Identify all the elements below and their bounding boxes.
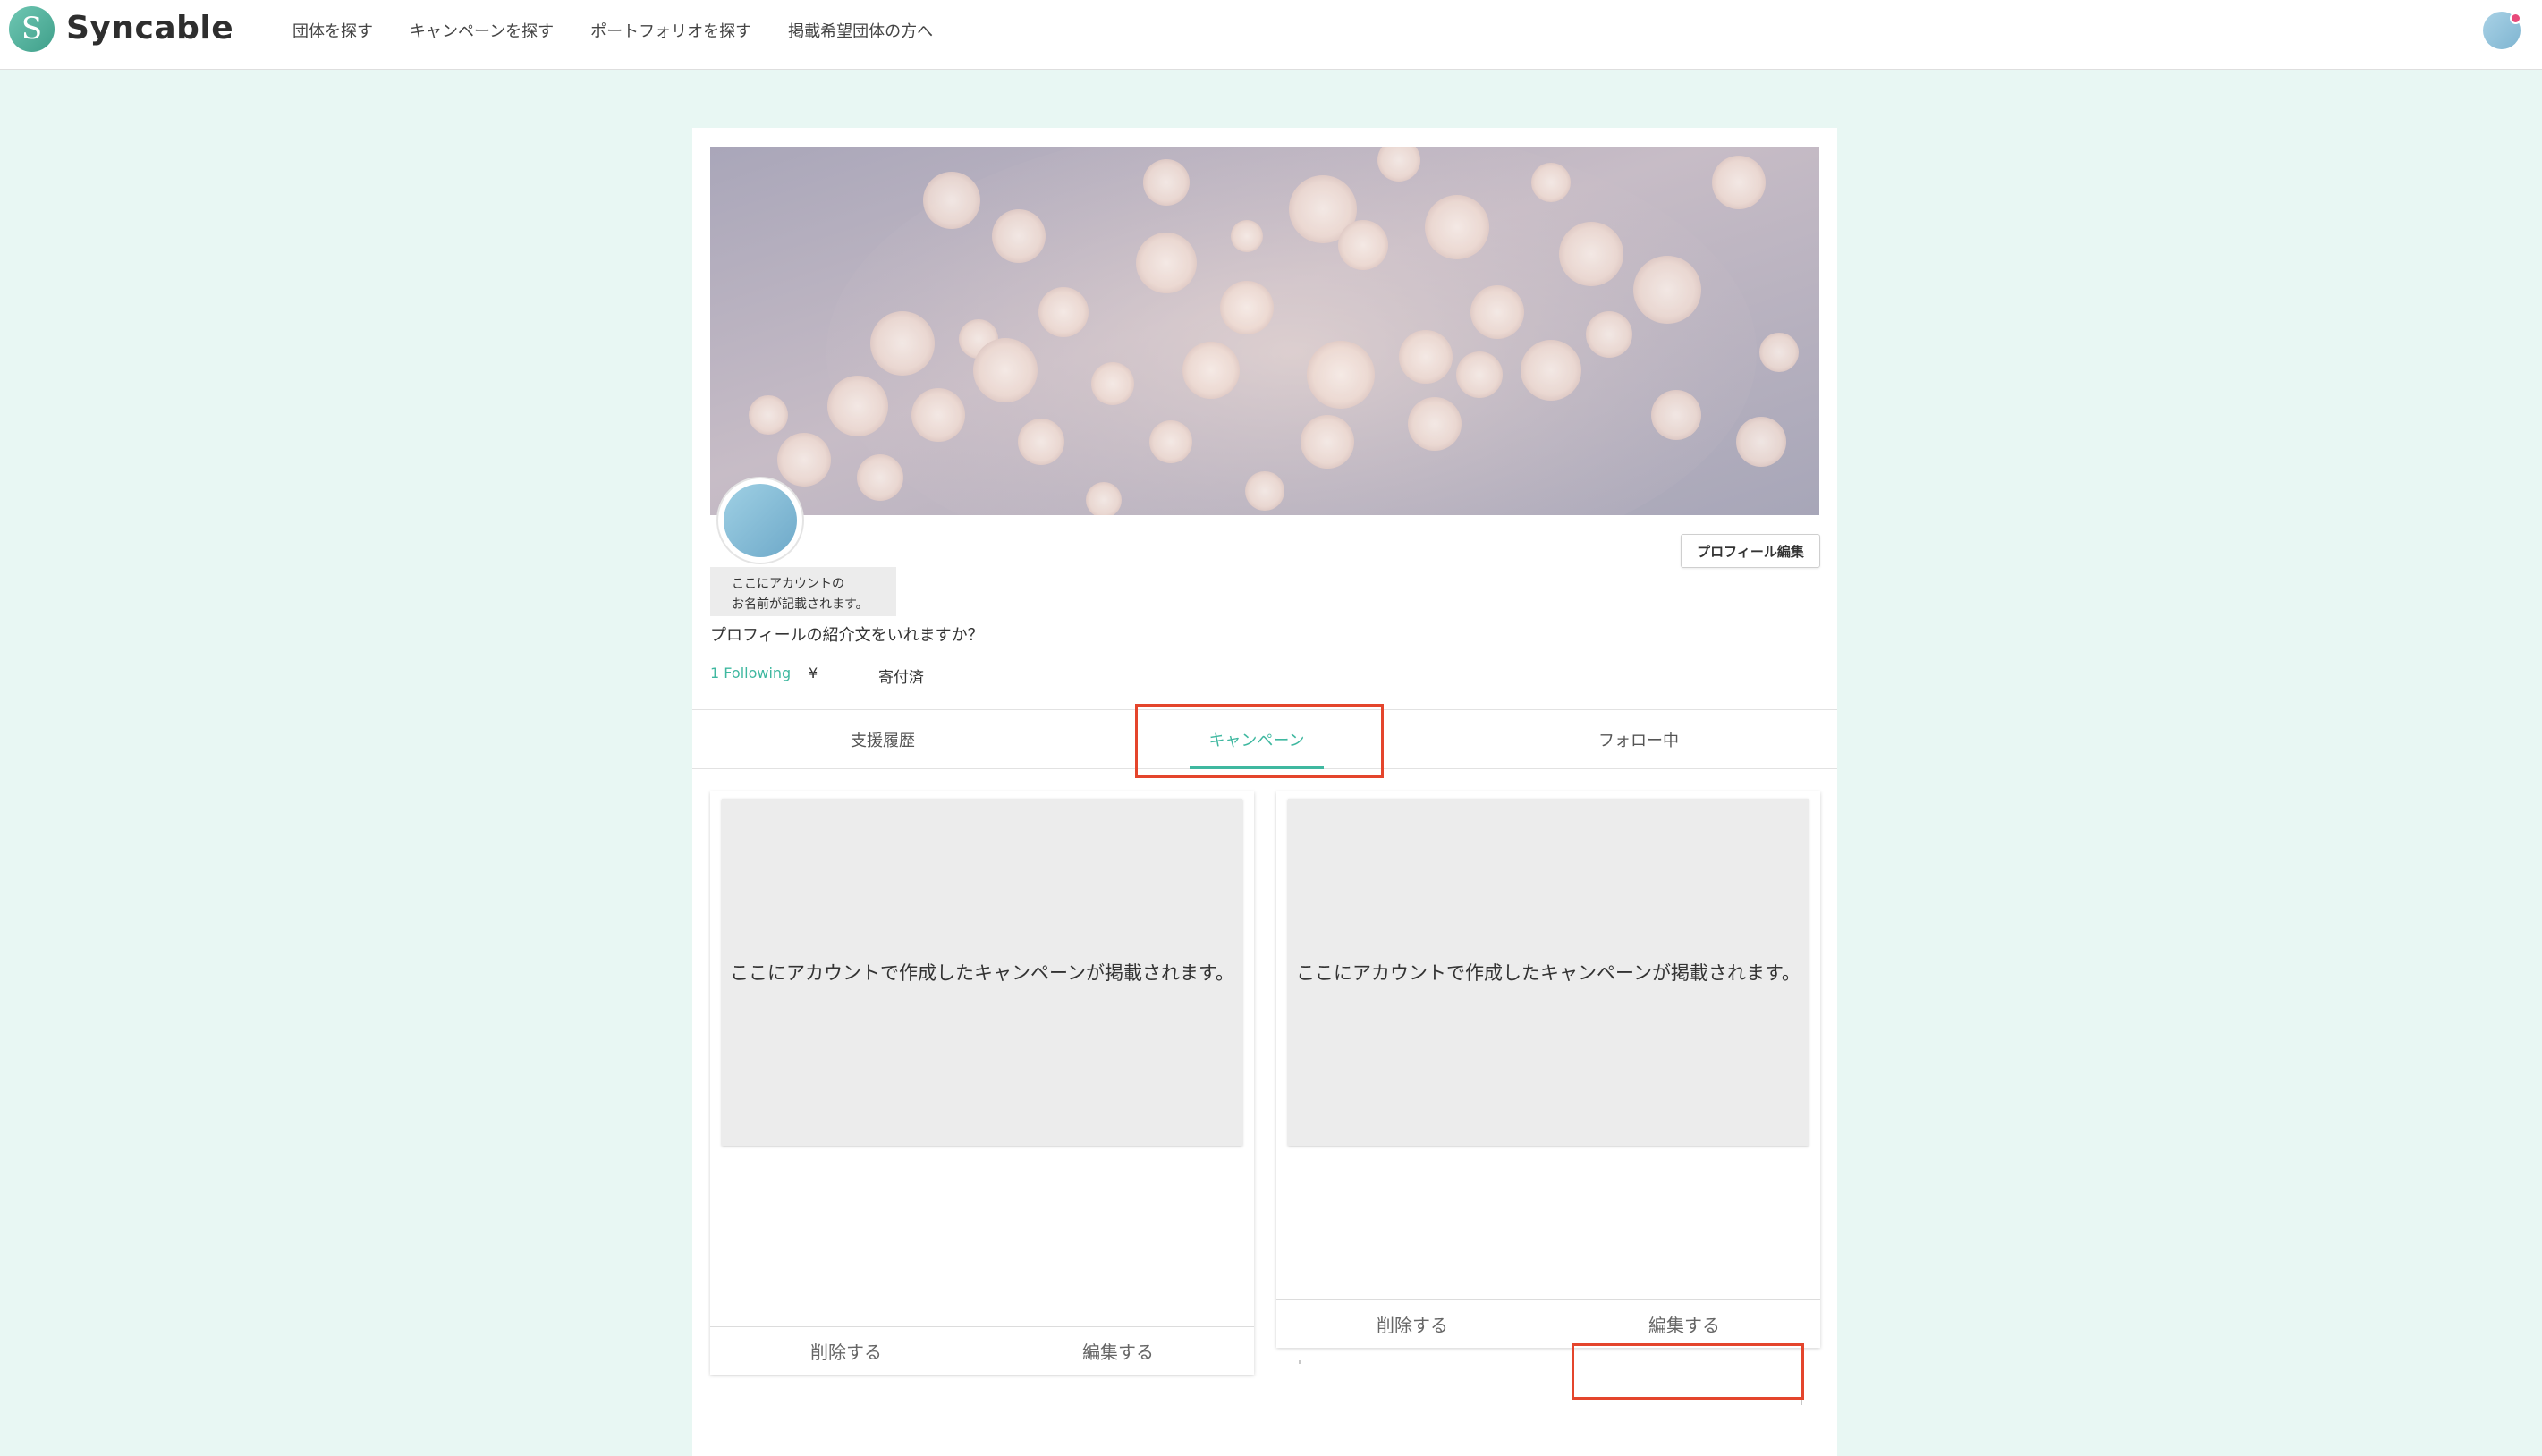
- nav-find-campaigns[interactable]: キャンペーンを探す: [410, 19, 554, 42]
- tab-support-history[interactable]: 支援履歴: [692, 710, 1073, 769]
- profile-tabs: 支援履歴 キャンペーン フォロー中: [692, 709, 1837, 769]
- campaign-card[interactable]: ここにアカウントで作成したキャンペーンが掲載されます。 削除する 編集する: [1276, 791, 1820, 1405]
- donated-label: 寄付済: [878, 669, 924, 687]
- delete-button[interactable]: 削除する: [1276, 1300, 1548, 1348]
- edit-button[interactable]: 編集する: [1548, 1300, 1820, 1348]
- active-tab-indicator: [1190, 766, 1324, 769]
- edit-profile-button[interactable]: プロフィール編集: [1681, 534, 1820, 568]
- profile-avatar[interactable]: [716, 477, 804, 564]
- profile-bio: プロフィールの紹介文をいれますか？: [710, 626, 984, 645]
- following-count-link[interactable]: 1 Following: [710, 665, 791, 681]
- avatar-image: [724, 484, 797, 557]
- tab-following[interactable]: フォロー中: [1440, 710, 1837, 769]
- top-header: S Syncable 団体を探す キャンペーンを探す ポートフォリオを探す 掲載…: [0, 0, 2542, 70]
- cover-image: [710, 147, 1819, 515]
- campaign-card[interactable]: ここにアカウントで作成したキャンペーンが掲載されます。 削除する 編集する: [710, 791, 1254, 1375]
- campaign-card-actions: 削除する 編集する: [1276, 1299, 1820, 1348]
- faint-mark: [1299, 1360, 1301, 1364]
- account-name: ここにアカウントの お名前が記載されます。: [710, 567, 896, 616]
- nav-for-organizations[interactable]: 掲載希望団体の方へ: [788, 19, 933, 42]
- nav-find-organizations[interactable]: 団体を探す: [292, 19, 373, 42]
- main-nav: 団体を探す キャンペーンを探す ポートフォリオを探す 掲載希望団体の方へ: [292, 0, 933, 61]
- notification-dot-icon: [2510, 13, 2521, 24]
- syncable-logo-icon[interactable]: S: [9, 6, 55, 52]
- edit-button[interactable]: 編集する: [982, 1327, 1254, 1375]
- faint-mark: [1801, 1396, 1802, 1405]
- profile-panel: プロフィール編集 ここにアカウントの お名前が記載されます。 プロフィールの紹介…: [692, 128, 1837, 1456]
- campaign-card-image[interactable]: ここにアカウントで作成したキャンペーンが掲載されます。: [1288, 799, 1809, 1146]
- tab-campaigns[interactable]: キャンペーン: [1073, 710, 1440, 769]
- account-name-line1: ここにアカウントの: [732, 577, 844, 591]
- delete-button[interactable]: 削除する: [710, 1327, 982, 1375]
- nav-find-portfolios[interactable]: ポートフォリオを探す: [590, 19, 751, 42]
- campaign-card-actions: 削除する 編集する: [710, 1326, 1254, 1375]
- bokeh-cover-graphic: [710, 147, 1819, 515]
- account-name-line2: お名前が記載されます。: [732, 597, 869, 612]
- campaign-card-image[interactable]: ここにアカウントで作成したキャンペーンが掲載されます。: [722, 799, 1242, 1146]
- logo-text[interactable]: Syncable: [66, 10, 233, 47]
- profile-stats: 1 Following ¥ 寄付済: [710, 665, 1068, 687]
- donation-amount: ¥: [809, 665, 818, 681]
